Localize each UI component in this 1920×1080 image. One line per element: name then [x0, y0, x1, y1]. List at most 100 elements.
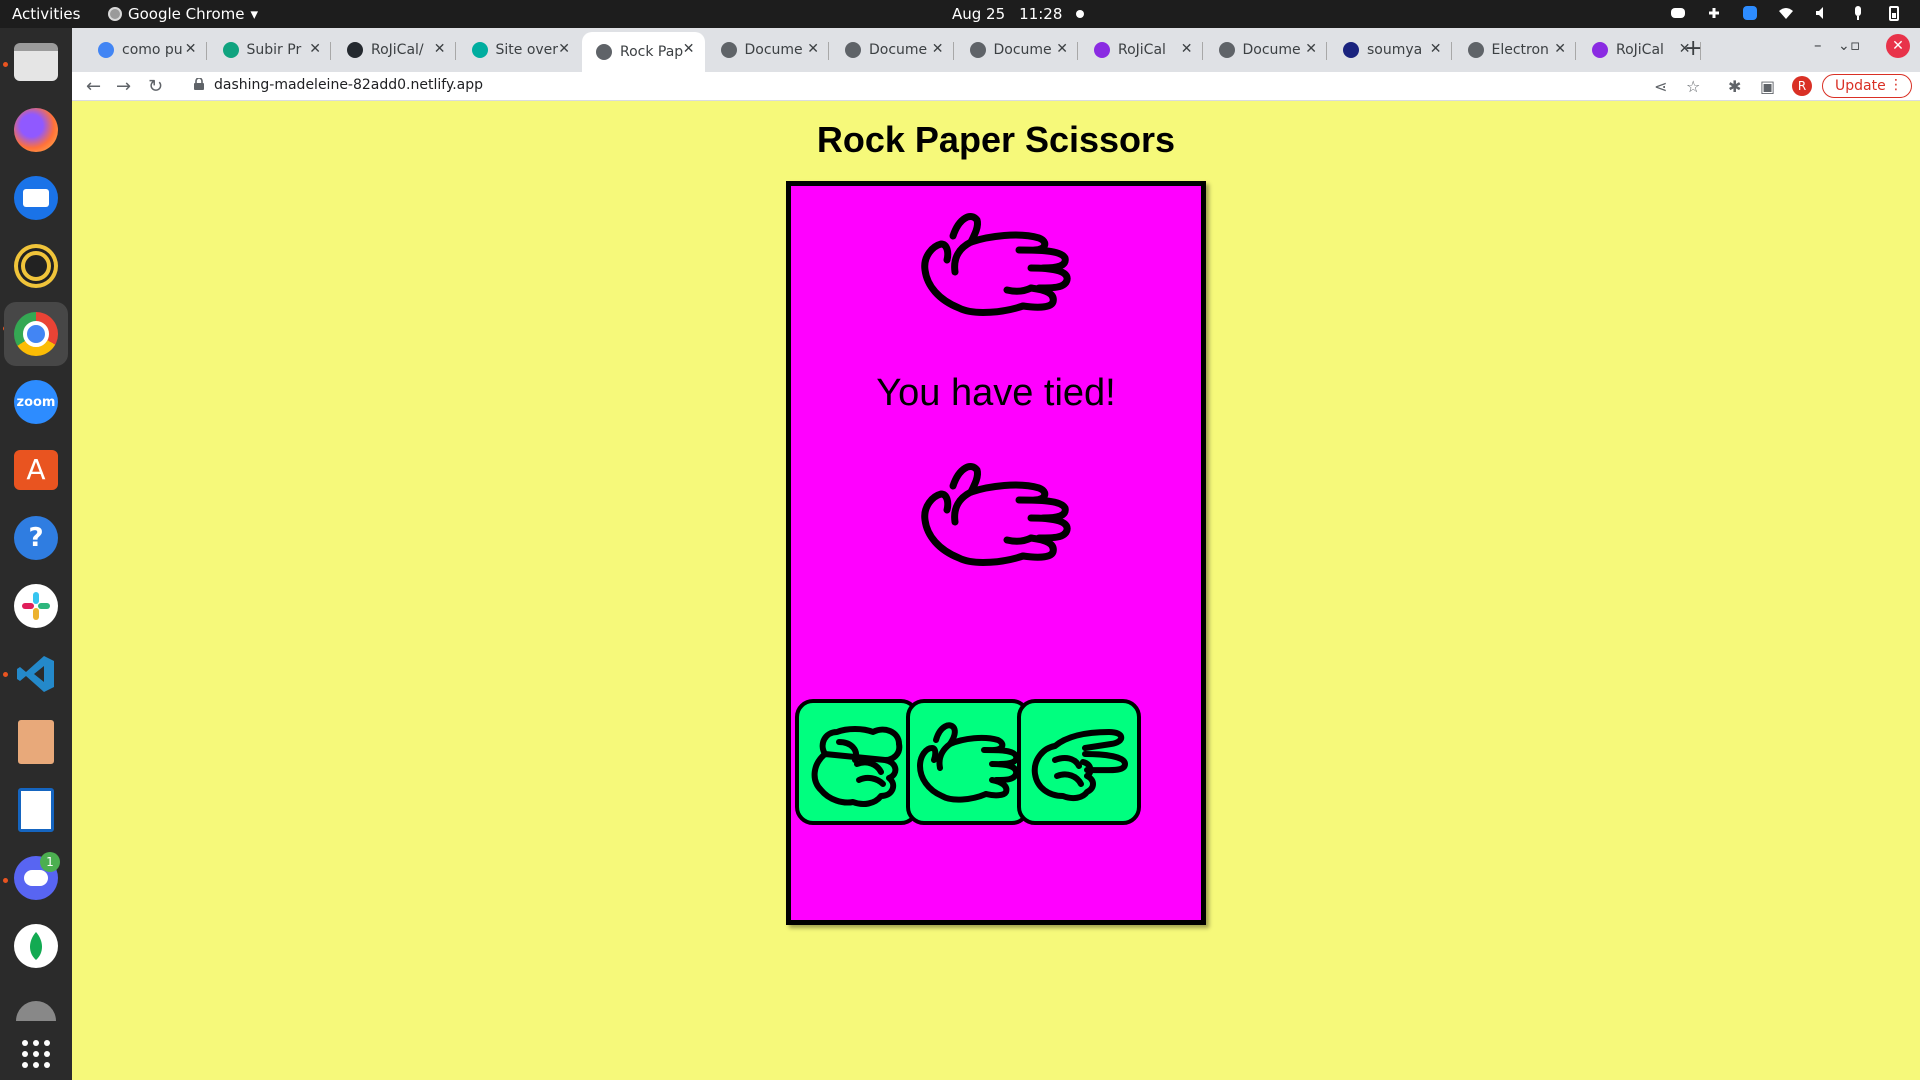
tab-title: Docume — [1242, 42, 1301, 58]
tab-separator — [1575, 42, 1576, 60]
browser-tab[interactable]: Electron ✕ — [1454, 32, 1576, 68]
app-menu[interactable]: Google Chrome ▾ — [108, 5, 258, 23]
browser-tab[interactable]: Rock Pap ✕ — [582, 32, 705, 72]
tab-close-icon[interactable]: ✕ — [932, 41, 944, 57]
dock-mongodb[interactable] — [10, 920, 62, 972]
updates-icon — [16, 1001, 56, 1021]
reload-icon[interactable]: ↻ — [148, 76, 163, 97]
tab-title: RoJiCal/ — [371, 42, 424, 58]
dock-thunderbird[interactable] — [10, 172, 62, 224]
zoom-icon: zoom — [14, 380, 58, 424]
sync-tray-icon[interactable] — [1742, 5, 1758, 21]
dock-app-center[interactable]: A — [10, 444, 62, 496]
side-panel-icon[interactable]: ▣ — [1760, 77, 1775, 96]
dock-rhythmbox[interactable] — [10, 240, 62, 292]
scissors-button[interactable] — [1017, 699, 1141, 825]
scissors-hand-icon — [1031, 729, 1128, 802]
mongodb-icon — [14, 924, 58, 968]
vscode-icon — [16, 654, 56, 694]
chrome-small-icon — [108, 7, 122, 21]
dock-updates[interactable] — [10, 988, 62, 1021]
paper-button[interactable] — [906, 699, 1030, 825]
dock-slack[interactable] — [10, 580, 62, 632]
address-bar[interactable]: dashing-madeleine-82add0.netlify.app — [180, 72, 1670, 100]
rock-hand-icon — [811, 726, 903, 807]
tab-favicon-icon — [471, 42, 488, 58]
web-page: Rock Paper Scissors You have tied! — [72, 101, 1920, 1080]
extensions-puzzle-icon[interactable]: ✱ — [1728, 77, 1741, 96]
dock-archive[interactable] — [10, 716, 62, 768]
running-indicator — [3, 878, 8, 883]
tab-favicon-icon — [596, 44, 612, 60]
tab-separator — [454, 42, 456, 60]
bookmark-star-icon[interactable]: ☆ — [1686, 77, 1700, 96]
tab-close-icon[interactable]: ✕ — [1056, 41, 1068, 57]
dock-writer[interactable] — [10, 784, 62, 836]
browser-tab[interactable]: Docume ✕ — [707, 32, 829, 68]
browser-tab[interactable]: soumya ✕ — [1329, 32, 1452, 68]
browser-tab[interactable]: RoJiCal ✕ — [1578, 32, 1701, 68]
new-tab-button[interactable]: + — [1684, 36, 1702, 61]
clock[interactable]: Aug 25 11:28 — [952, 5, 1085, 23]
restore-icon[interactable]: ▫ — [1850, 36, 1860, 54]
activities-button[interactable]: Activities — [12, 5, 80, 23]
profile-avatar[interactable]: R — [1792, 76, 1812, 96]
tab-title: como pu — [122, 42, 183, 58]
system-top-bar: Activities Google Chrome ▾ Aug 25 11:28 — [0, 0, 1920, 28]
firefox-icon — [14, 108, 58, 152]
rock-button[interactable] — [795, 699, 919, 825]
microphone-icon[interactable] — [1850, 5, 1866, 21]
chevron-down-icon: ▾ — [250, 5, 259, 23]
browser-tab[interactable]: Docume ✕ — [831, 32, 954, 68]
tab-close-icon[interactable]: ✕ — [1181, 41, 1193, 57]
tab-close-icon[interactable]: ✕ — [1305, 41, 1317, 57]
rhythmbox-icon — [14, 244, 58, 288]
tab-search-icon[interactable]: ⌄ — [1838, 38, 1850, 54]
forward-arrow-icon[interactable]: → — [116, 76, 131, 97]
slack-icon — [14, 584, 58, 628]
tab-close-icon[interactable]: ✕ — [683, 41, 695, 57]
share-icon[interactable]: ⋖ — [1654, 77, 1667, 96]
dock-files[interactable] — [10, 36, 62, 88]
battery-icon[interactable] — [1886, 5, 1902, 21]
browser-tab[interactable]: Docume ✕ — [1205, 32, 1327, 68]
tab-favicon-icon — [1467, 42, 1484, 58]
tab-close-icon[interactable]: ✕ — [807, 41, 819, 57]
browser-tab[interactable]: RoJiCal ✕ — [1080, 32, 1203, 68]
tab-close-icon[interactable]: ✕ — [309, 41, 321, 57]
browser-tab[interactable]: Site over ✕ — [458, 32, 581, 68]
system-tray[interactable] — [1670, 5, 1902, 21]
tab-close-icon[interactable]: ✕ — [1430, 41, 1442, 57]
minimize-icon[interactable]: – — [1814, 36, 1822, 54]
browser-tab[interactable]: Docume ✕ — [956, 32, 1078, 68]
tab-close-icon[interactable]: ✕ — [558, 41, 570, 57]
dock-firefox[interactable] — [10, 104, 62, 156]
tab-title: Site over — [495, 42, 559, 58]
dock-show-apps[interactable] — [10, 1028, 62, 1080]
dock-chrome[interactable] — [4, 302, 68, 366]
files-icon — [14, 43, 58, 81]
window-close-icon[interactable]: ✕ — [1886, 34, 1910, 58]
tab-close-icon[interactable]: ✕ — [185, 41, 197, 57]
dock-vscode[interactable] — [10, 648, 62, 700]
dock-discord[interactable]: 1 — [10, 852, 62, 904]
chrome-icon — [14, 312, 58, 356]
browser-tab[interactable]: Subir Pr ✕ — [209, 32, 331, 68]
tab-favicon-icon — [222, 42, 239, 58]
tab-close-icon[interactable]: ✕ — [434, 41, 446, 57]
wifi-icon[interactable] — [1778, 5, 1794, 21]
dock-zoom[interactable]: zoom — [10, 376, 62, 428]
slack-tray-icon[interactable] — [1706, 5, 1722, 21]
discord-tray-icon[interactable] — [1670, 5, 1686, 21]
tab-title: Rock Pap — [620, 44, 684, 60]
url-text: dashing-madeleine-82add0.netlify.app — [214, 77, 484, 93]
tab-title: RoJiCal — [1616, 42, 1664, 58]
browser-tab[interactable]: como pu ✕ — [84, 32, 207, 68]
tab-close-icon[interactable]: ✕ — [1554, 41, 1566, 57]
writer-icon — [18, 788, 54, 832]
volume-icon[interactable] — [1814, 5, 1830, 21]
dock-help[interactable]: ? — [10, 512, 62, 564]
update-button[interactable]: Update ⋮ — [1822, 74, 1912, 98]
back-arrow-icon[interactable]: ← — [86, 76, 101, 97]
browser-tab[interactable]: RoJiCal/ ✕ — [333, 32, 456, 68]
